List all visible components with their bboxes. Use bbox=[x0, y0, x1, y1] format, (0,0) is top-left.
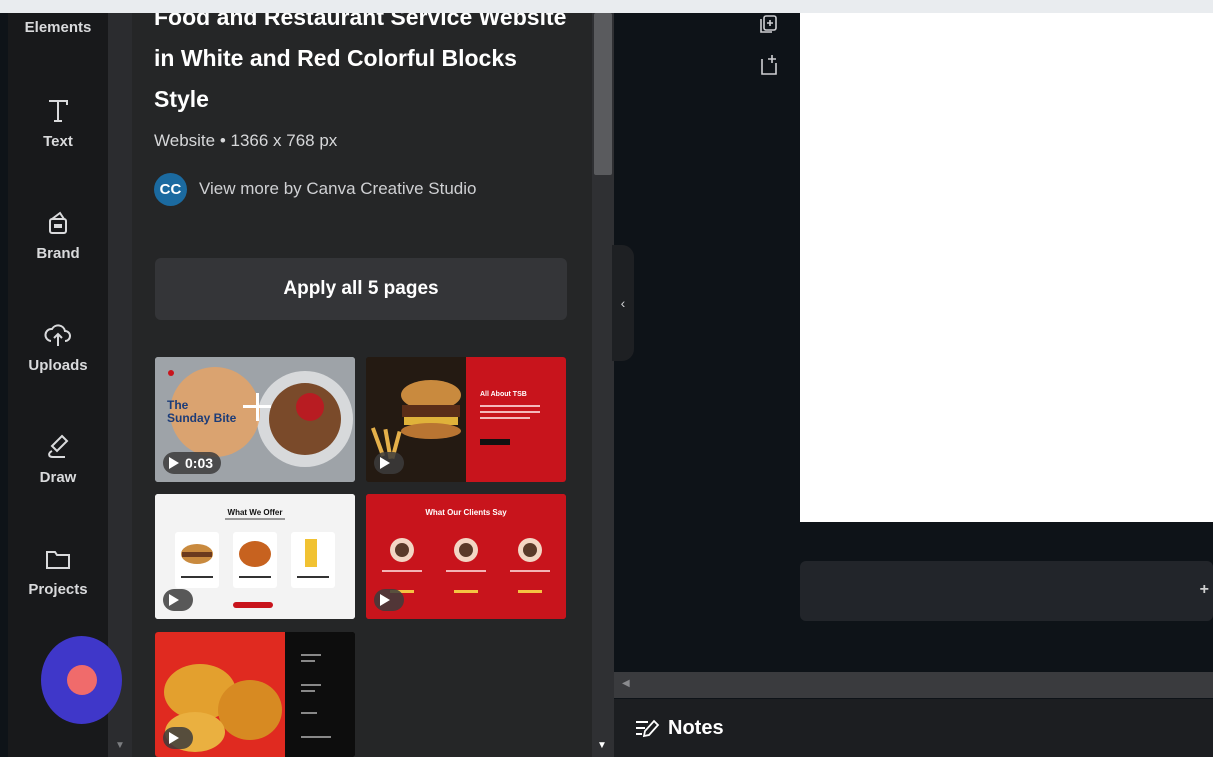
video-badge bbox=[163, 727, 193, 749]
text-icon bbox=[49, 100, 68, 122]
notes-label: Notes bbox=[668, 717, 724, 739]
draw-icon bbox=[48, 434, 69, 458]
template-title: Food and Restaurant Service Website in W… bbox=[154, 13, 567, 112]
video-badge bbox=[374, 589, 404, 611]
chevron-left-icon: ‹ bbox=[620, 295, 626, 311]
rail-item-draw[interactable]: Draw bbox=[8, 431, 108, 486]
video-badge bbox=[374, 452, 404, 474]
upload-cloud-icon bbox=[44, 324, 71, 346]
bottom-toolbar: Notes bbox=[614, 699, 1213, 757]
template-meta: Website • 1366 x 768 px bbox=[154, 131, 338, 150]
record-button[interactable] bbox=[41, 636, 122, 724]
template-page-thumbnail[interactable]: The Sunday Bite 0:03 bbox=[155, 357, 355, 482]
rail-label: Text bbox=[43, 133, 73, 150]
template-page-thumbnail[interactable]: All About TSB bbox=[366, 357, 566, 482]
rail-label: Draw bbox=[39, 469, 77, 486]
notes-button[interactable]: Notes bbox=[634, 717, 724, 740]
rail-scrollbar[interactable]: ▼ bbox=[108, 13, 132, 757]
video-duration: 0:03 bbox=[185, 455, 214, 471]
canva-editor: Elements Text Brand Uploads Draw Project… bbox=[0, 0, 1213, 757]
apply-all-pages-button[interactable]: Apply all 5 pages bbox=[155, 258, 567, 320]
scroll-down-icon[interactable]: ▼ bbox=[115, 740, 125, 751]
play-icon bbox=[380, 594, 390, 606]
template-page-thumbnail[interactable]: What We Offer bbox=[155, 494, 355, 619]
scroll-down-icon[interactable]: ▼ bbox=[597, 740, 607, 751]
rail-item-brand[interactable]: Brand bbox=[8, 207, 108, 262]
rail-label: Brand bbox=[36, 245, 80, 262]
creator-row[interactable]: CC View more by Canva Creative Studio bbox=[154, 171, 477, 207]
play-icon bbox=[380, 457, 390, 469]
scrollbar-thumb[interactable] bbox=[594, 13, 612, 175]
add-page-icon[interactable] bbox=[758, 53, 780, 77]
template-page-thumbnail[interactable]: What Our Clients Say bbox=[366, 494, 566, 619]
scroll-left-icon[interactable]: ◀ bbox=[622, 678, 630, 689]
design-canvas[interactable] bbox=[800, 13, 1213, 522]
collapse-panel-button[interactable]: ‹ bbox=[612, 245, 634, 361]
play-icon bbox=[169, 457, 179, 469]
rail-item-projects[interactable]: Projects bbox=[8, 543, 108, 598]
canvas-stage: + bbox=[614, 13, 1213, 699]
browser-top-strip bbox=[0, 0, 1213, 13]
template-page-thumbnail[interactable] bbox=[155, 632, 355, 757]
rail-item-elements[interactable]: Elements bbox=[8, 19, 108, 36]
thumbnail-heading: All About TSB bbox=[480, 391, 527, 398]
rail-label: Elements bbox=[24, 19, 92, 36]
rail-item-text[interactable]: Text bbox=[8, 95, 108, 150]
panel-scrollbar[interactable]: ▼ bbox=[592, 13, 614, 757]
creator-avatar: CC bbox=[154, 172, 187, 206]
video-duration-badge: 0:03 bbox=[163, 452, 222, 474]
play-icon bbox=[169, 732, 179, 744]
rail-item-uploads[interactable]: Uploads bbox=[8, 319, 108, 374]
record-dot-icon bbox=[66, 665, 97, 695]
rail-label: Uploads bbox=[28, 357, 88, 374]
folder-icon bbox=[46, 551, 70, 569]
play-icon bbox=[169, 594, 179, 606]
add-page-bar[interactable]: + bbox=[800, 561, 1213, 621]
rail-label: Projects bbox=[28, 581, 88, 598]
duplicate-page-icon[interactable] bbox=[758, 13, 780, 35]
thumbnail-heading: What We Offer bbox=[227, 508, 283, 517]
horizontal-scrollbar[interactable]: ◀ bbox=[614, 672, 1213, 698]
plus-icon[interactable]: + bbox=[1200, 581, 1209, 599]
notes-icon bbox=[636, 719, 660, 737]
brand-icon bbox=[49, 211, 67, 234]
video-badge bbox=[163, 589, 193, 611]
template-panel: Food and Restaurant Service Website in W… bbox=[132, 13, 592, 757]
creator-link[interactable]: View more by Canva Creative Studio bbox=[199, 179, 477, 199]
thumbnail-heading: The Sunday Bite bbox=[167, 398, 237, 425]
thumbnail-heading: What Our Clients Say bbox=[425, 508, 507, 517]
